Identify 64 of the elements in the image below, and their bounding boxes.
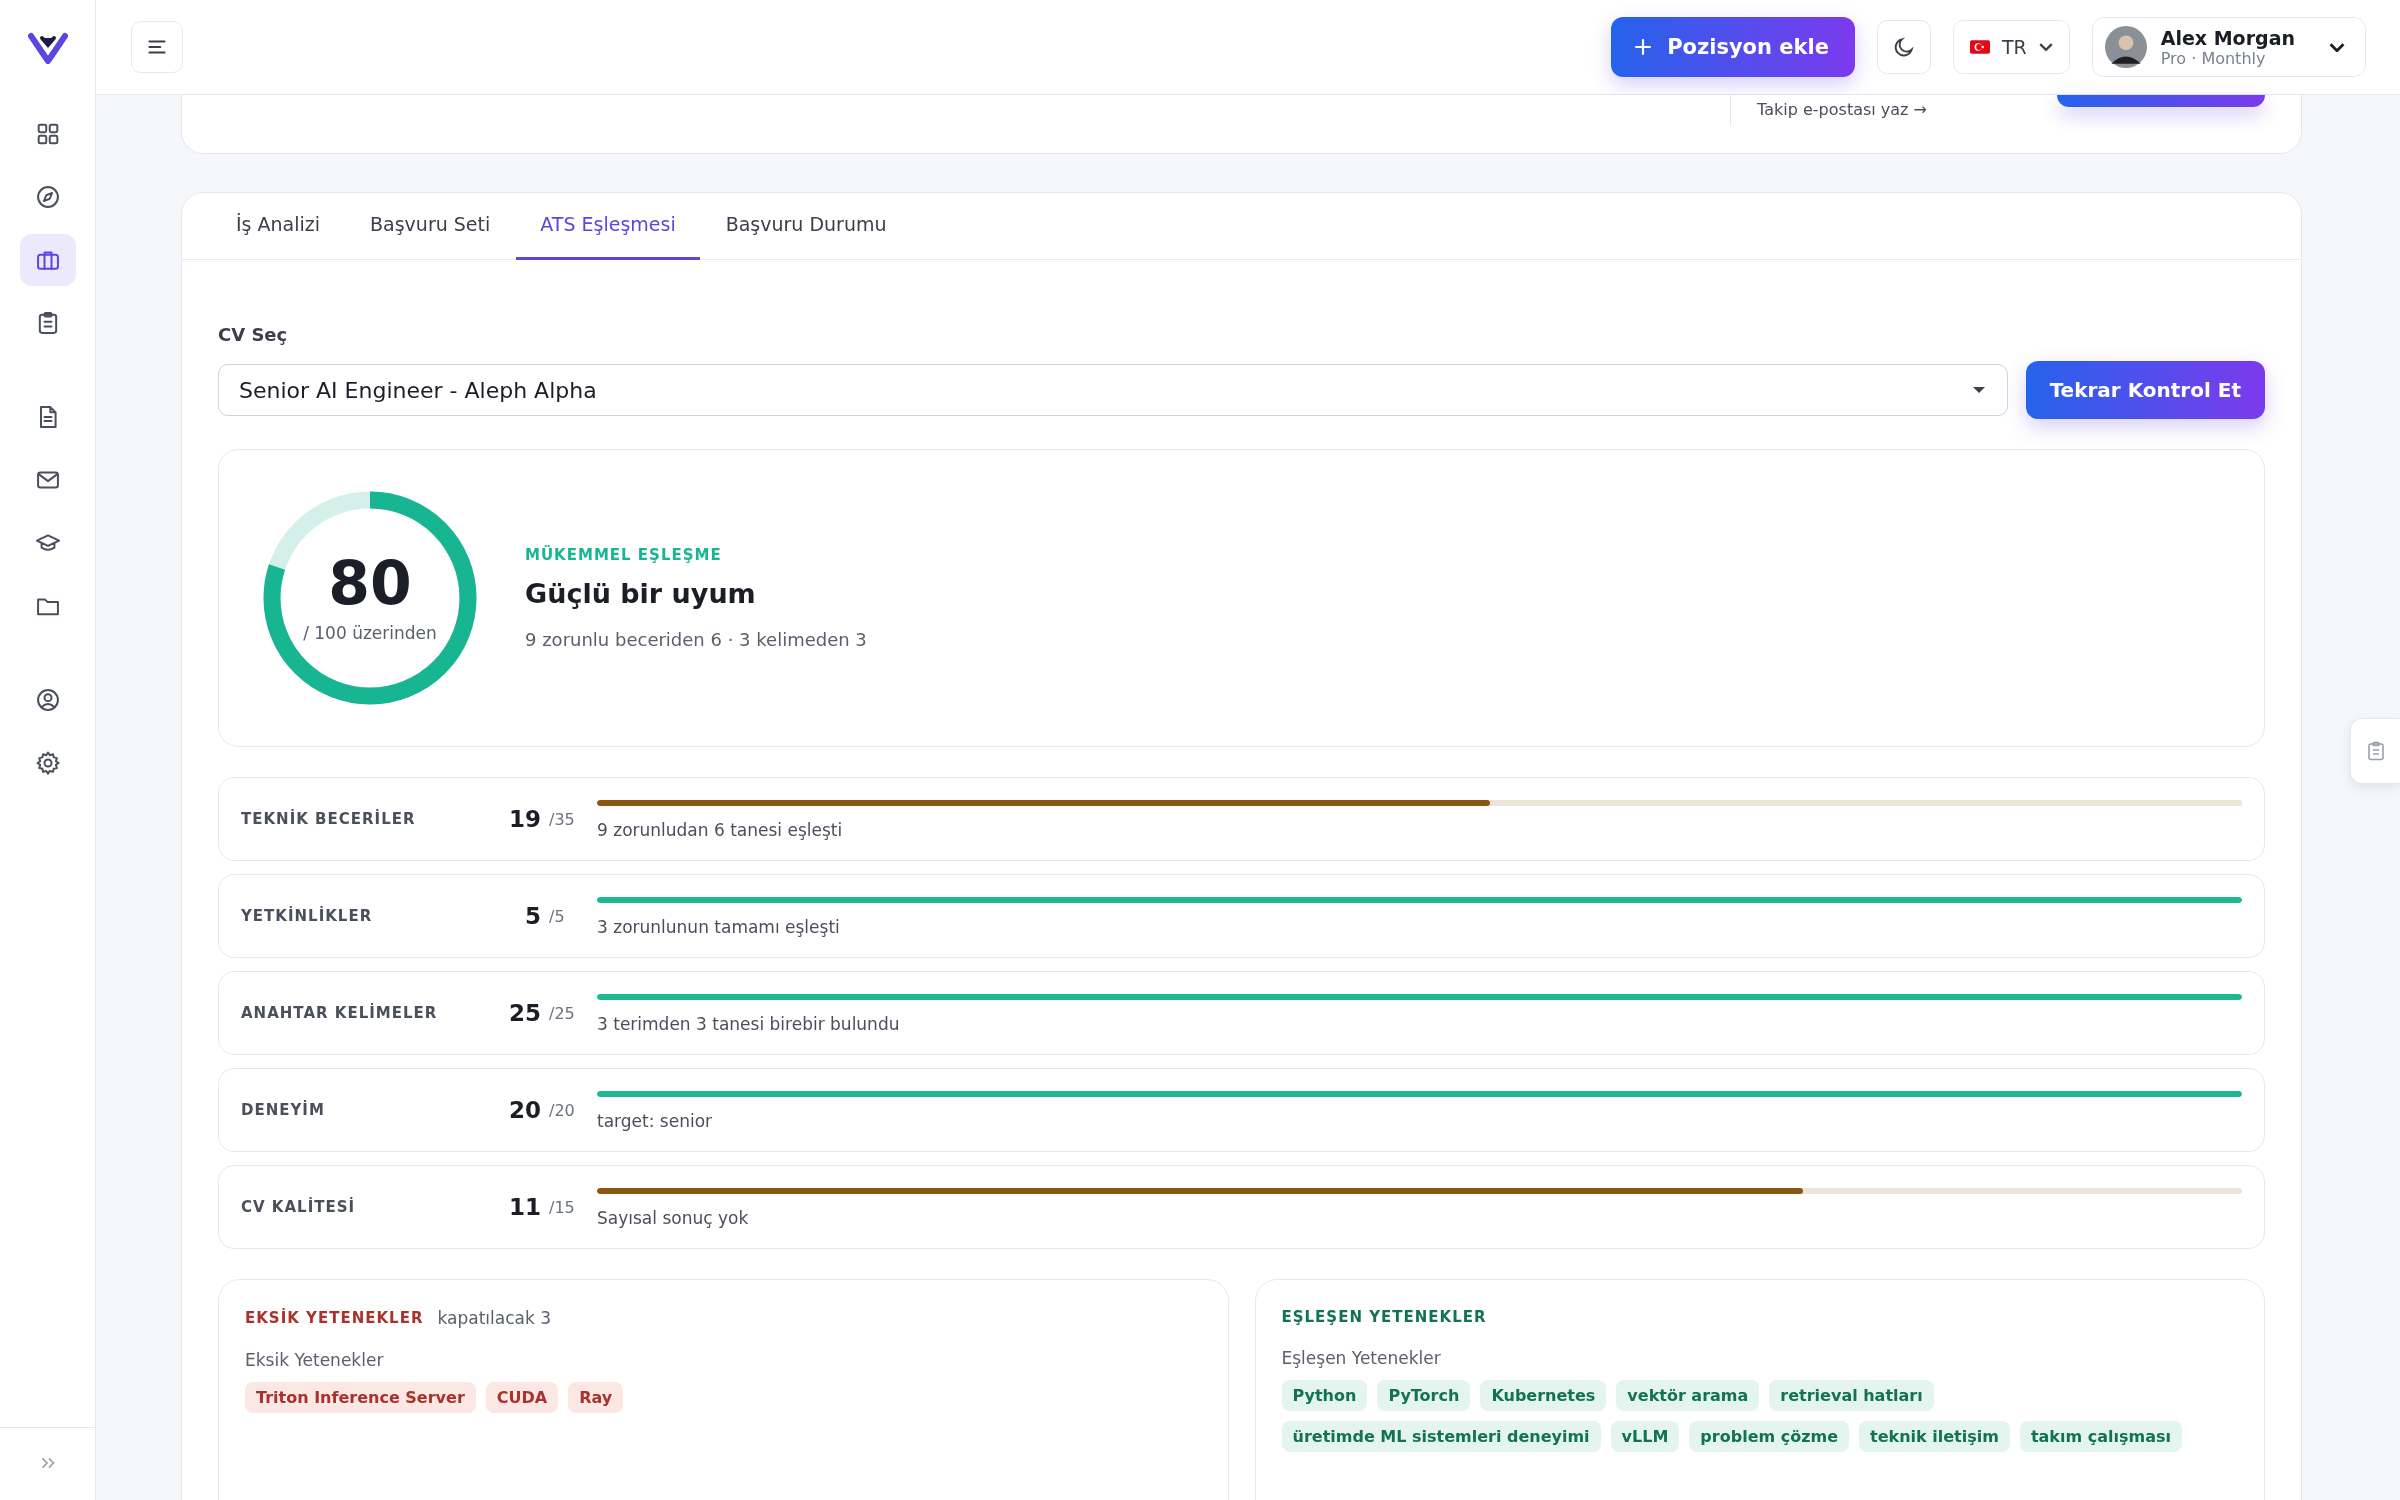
score-caption: / 100 üzerinden xyxy=(303,623,437,643)
field-label: CV Seç xyxy=(218,324,289,345)
category-max: /15 xyxy=(549,1197,576,1217)
avatar-icon xyxy=(2104,26,2147,68)
logo-icon xyxy=(27,32,68,64)
skill-tag: üretimde ML sistemleri deneyimi xyxy=(1281,1421,1601,1452)
category-max: /35 xyxy=(549,809,576,829)
plus-icon xyxy=(1633,37,1654,57)
category-note: 3 terimden 3 tanesi birebir bulundu xyxy=(597,1014,901,1034)
skill-tag: teknik iletişim xyxy=(1859,1421,2010,1452)
tab[interactable]: İş Analizi xyxy=(212,193,345,260)
cv-select[interactable]: Senior AI Engineer - Aleph Alpha xyxy=(218,364,2008,416)
category-score: 20 xyxy=(508,1097,541,1123)
chevron-down-icon xyxy=(2038,43,2053,51)
tab[interactable]: ATS Eşleşmesi xyxy=(516,193,700,260)
score-summary: 9 zorunlu beceriden 6 · 3 kelimeden 3 xyxy=(525,629,867,650)
section-subtitle: Eksik Yetenekler xyxy=(245,1350,385,1370)
skill-tag: Triton Inference Server xyxy=(245,1382,476,1413)
skill-tag: vLLM xyxy=(1610,1421,1680,1452)
skill-tag: Ray xyxy=(568,1382,624,1413)
skill-tag: takım çalışması xyxy=(2019,1421,2182,1452)
category-label: TEKNİK BECERİLER xyxy=(241,810,417,828)
category-label: DENEYİM xyxy=(241,1101,326,1119)
skill-tag: problem çözme xyxy=(1689,1421,1850,1452)
gap-count: kapatılacak 3 xyxy=(437,1308,551,1328)
category-max: /5 xyxy=(549,906,566,926)
category-note: target: senior xyxy=(597,1111,714,1131)
match-label: MÜKEMMEL EŞLEŞME xyxy=(525,546,722,564)
skill-tag: CUDA xyxy=(485,1382,559,1413)
section-subtitle: Eşleşen Yetenekler xyxy=(1281,1348,1442,1368)
section-title: EKSİK YETENEKLER xyxy=(245,1309,424,1327)
score-value: 80 xyxy=(328,553,412,613)
section-title: EŞLEŞEN YETENEKLER xyxy=(1281,1308,1487,1326)
follow-up-email-link[interactable]: Takip e-postası yaz → xyxy=(1730,95,1927,126)
category-score: 19 xyxy=(508,806,541,832)
theme-toggle-button[interactable] xyxy=(1876,20,1931,74)
skill-tag: vektör arama xyxy=(1616,1380,1760,1411)
recheck-button[interactable]: Tekrar Kontrol Et xyxy=(2025,361,2265,419)
category-note: 9 zorunludan 6 tanesi eşleşti xyxy=(597,820,844,840)
tab[interactable]: Başvuru Seti xyxy=(346,193,515,260)
category-note: 3 zorunlunun tamamı eşleşti xyxy=(597,917,841,937)
user-menu-button[interactable]: Alex Morgan Pro · Monthly xyxy=(2091,17,2366,77)
category-score: 11 xyxy=(508,1194,541,1220)
language-button[interactable]: TR xyxy=(1952,20,2070,74)
add-position-button[interactable]: Pozisyon ekle xyxy=(1611,17,1855,77)
gradient-button[interactable] xyxy=(2057,95,2265,107)
nav-button[interactable] xyxy=(19,234,76,286)
category-max: /20 xyxy=(549,1100,576,1120)
score-title: Güçlü bir uyum xyxy=(525,578,756,609)
category-score: 5 xyxy=(524,903,541,929)
skill-tag: PyTorch xyxy=(1377,1380,1471,1411)
skill-tag: Kubernetes xyxy=(1480,1380,1607,1411)
category-label: YETKİNLİKLER xyxy=(241,907,374,925)
category-label: ANAHTAR KELİMELER xyxy=(241,1004,439,1022)
skill-tag: retrieval hatları xyxy=(1769,1380,1934,1411)
flag-icon xyxy=(1969,40,1990,54)
category-label: CV KALİTESİ xyxy=(241,1198,357,1216)
category-max: /25 xyxy=(549,1003,576,1023)
menu-button[interactable] xyxy=(131,21,183,73)
skill-tag: Python xyxy=(1281,1380,1368,1411)
chevron-down-icon xyxy=(2329,42,2345,52)
tab[interactable]: Başvuru Durumu xyxy=(701,193,911,260)
category-note: Sayısal sonuç yok xyxy=(597,1208,750,1228)
category-score: 25 xyxy=(508,1000,541,1026)
